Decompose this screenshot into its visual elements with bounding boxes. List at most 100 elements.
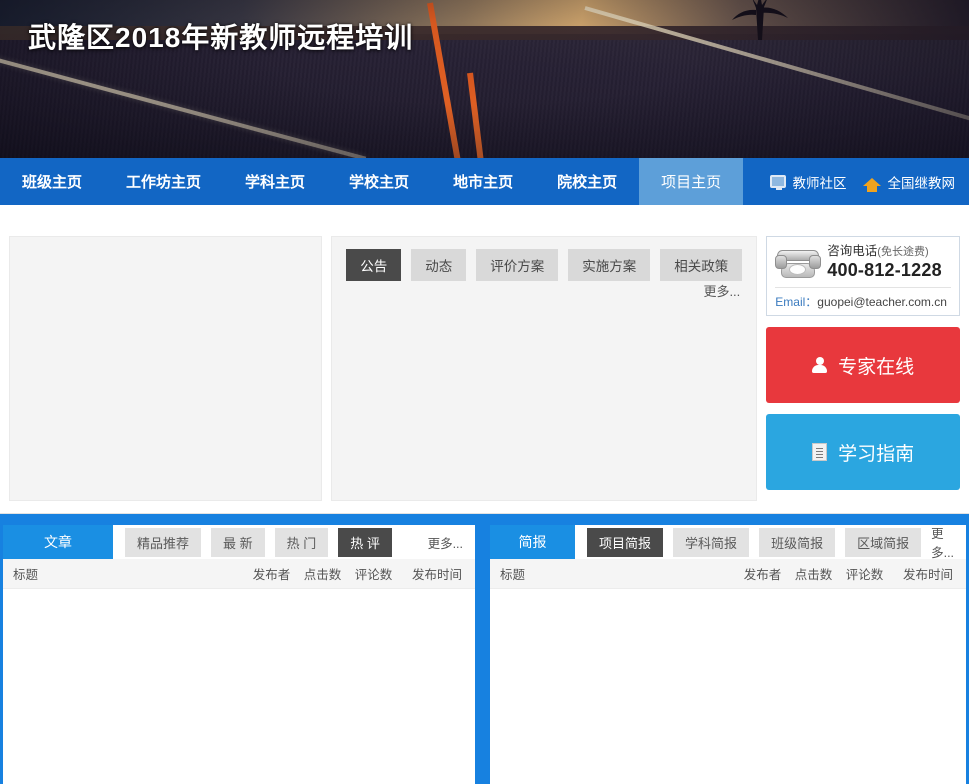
home-icon [862, 177, 881, 192]
contact-phone-row: 咨询电话(免长途费) 400-812-1228 [775, 244, 951, 281]
contact-title-row: 咨询电话(免长途费) [827, 244, 942, 260]
nav-items: 班级主页 工作坊主页 学科主页 学校主页 地市主页 院校主页 项目主页 [0, 158, 744, 205]
page-root: 武隆区2018年新教师远程培训 班级主页 工作坊主页 学科主页 学校主页 地市主… [0, 0, 969, 784]
article-panel-tab[interactable]: 文章 [3, 525, 113, 559]
tab-label: 学科简报 [685, 535, 738, 551]
article-column-header: 标题 发布者 点击数 评论数 发布时间 [3, 559, 475, 589]
main-navbar: 班级主页 工作坊主页 学科主页 学校主页 地市主页 院校主页 项目主页 教师社区… [0, 158, 969, 205]
bulletin-tab-project[interactable]: 项目简报 [587, 527, 664, 557]
person-icon [812, 356, 828, 374]
column-views: 点击数 [794, 568, 833, 582]
article-more-link[interactable]: 更多... [428, 533, 475, 552]
column-title: 标题 [13, 568, 39, 582]
contact-phone-number: 400-812-1228 [827, 259, 942, 280]
nav-item-city-home[interactable]: 地市主页 [431, 158, 535, 205]
column-author: 发布者 [743, 568, 782, 582]
bulletin-tab-subject[interactable]: 学科简报 [673, 527, 750, 557]
bulletin-more-link[interactable]: 更多... [931, 523, 966, 561]
bulletin-tab-class[interactable]: 班级简报 [759, 527, 836, 557]
article-filter-tabs: 精品推荐 最 新 热 门 热 评 更多... [113, 525, 475, 559]
nav-utility-links: 教师社区 全国继教网 [769, 158, 969, 205]
bulletin-filter-tabs: 项目简报 学科简报 班级简报 区域简报 更多... [575, 523, 966, 561]
featured-media-placeholder [9, 236, 323, 501]
tab-label: 精品推荐 [137, 535, 190, 551]
column-publish-time: 发布时间 [902, 568, 953, 582]
expert-online-label: 专家在线 [838, 356, 915, 378]
nav-item-workshop-home[interactable]: 工作坊主页 [104, 158, 223, 205]
bulletin-column-header: 标题 发布者 点击数 评论数 发布时间 [490, 559, 966, 589]
nav-item-subject-home[interactable]: 学科主页 [223, 158, 327, 205]
tab-label: 最 新 [223, 535, 253, 551]
contact-title: 咨询电话 [827, 244, 878, 258]
nav-label: 学科主页 [245, 174, 306, 191]
article-tab-recommended[interactable]: 精品推荐 [125, 527, 202, 557]
site-banner: 武隆区2018年新教师远程培训 [0, 0, 969, 158]
column-author: 发布者 [252, 568, 291, 582]
nav-label: 地市主页 [453, 174, 514, 191]
tab-label: 动态 [425, 259, 453, 274]
tab-label: 热 门 [286, 535, 317, 551]
telephone-icon [775, 246, 822, 280]
nav-label: 工作坊主页 [126, 174, 202, 191]
bulletin-panel-tab[interactable]: 简报 [490, 525, 576, 559]
nav-link-national-site[interactable]: 全国继教网 [862, 172, 955, 192]
main-content-row: 公告 动态 评价方案 实施方案 相关政策 更多... 咨询电话(免长途费) 40… [9, 236, 960, 501]
tab-related-policy[interactable]: 相关政策 [660, 249, 743, 281]
tab-label: 公告 [360, 259, 388, 274]
nav-link-teacher-community[interactable]: 教师社区 [769, 172, 847, 192]
nav-label: 项目主页 [661, 174, 722, 191]
notice-tabs: 公告 动态 评价方案 实施方案 相关政策 [346, 249, 743, 281]
study-guide-button[interactable]: 学习指南 [766, 414, 960, 491]
tab-label: 实施方案 [582, 259, 637, 274]
page-title: 武隆区2018年新教师远程培训 [28, 22, 414, 53]
tab-label: 区域简报 [857, 535, 910, 551]
nav-label: 班级主页 [22, 174, 83, 191]
column-views: 点击数 [303, 568, 342, 582]
tab-label: 相关政策 [674, 259, 729, 274]
nav-label: 学校主页 [349, 174, 410, 191]
column-title: 标题 [500, 568, 526, 582]
expert-online-button[interactable]: 专家在线 [766, 327, 960, 404]
article-tab-most-commented[interactable]: 热 评 [338, 527, 392, 557]
bulletin-list-body [490, 589, 966, 784]
nav-label: 院校主页 [557, 174, 618, 191]
article-panel-header: 文章 精品推荐 最 新 热 门 热 评 更多... [3, 525, 475, 559]
monitor-icon [769, 175, 786, 190]
study-guide-label: 学习指南 [838, 443, 915, 465]
column-publish-time: 发布时间 [411, 568, 462, 582]
article-panel: 文章 精品推荐 最 新 热 门 热 评 更多... 标题 发布者 点击数 评论数… [0, 522, 478, 784]
bottom-section: 文章 精品推荐 最 新 热 门 热 评 更多... 标题 发布者 点击数 评论数… [0, 514, 969, 784]
article-tab-hot[interactable]: 热 门 [274, 527, 329, 557]
contact-email-label: Email： [775, 295, 818, 310]
article-list-body [3, 589, 475, 784]
nav-item-school-home[interactable]: 学校主页 [327, 158, 431, 205]
tab-implementation-plan[interactable]: 实施方案 [568, 249, 651, 281]
tab-evaluation-plan[interactable]: 评价方案 [476, 249, 559, 281]
tab-label: 评价方案 [490, 259, 545, 274]
bulletin-panel: 简报 项目简报 学科简报 班级简报 区域简报 更多... 标题 发布者 点击数 … [487, 522, 969, 784]
tab-dynamics[interactable]: 动态 [411, 249, 467, 281]
notice-more-link[interactable]: 更多... [703, 281, 740, 300]
bulletin-tab-region[interactable]: 区域简报 [845, 527, 922, 557]
notice-panel: 公告 动态 评价方案 实施方案 相关政策 更多... [331, 236, 758, 501]
document-icon [812, 443, 828, 462]
column-comments: 评论数 [845, 568, 884, 582]
contact-title-note: (免长途费) [877, 246, 929, 258]
bulletin-panel-header: 简报 项目简报 学科简报 班级简报 区域简报 更多... [490, 523, 966, 561]
contact-email-row: Email：guopei@teacher.com.cn [775, 287, 951, 310]
contact-email-value: guopei@teacher.com.cn [817, 295, 947, 310]
nav-item-class-home[interactable]: 班级主页 [0, 158, 104, 205]
tab-label: 班级简报 [771, 535, 824, 551]
contact-text: 咨询电话(免长途费) 400-812-1228 [827, 244, 942, 281]
contact-box: 咨询电话(免长途费) 400-812-1228 Email：guopei@tea… [766, 236, 960, 317]
nav-item-project-home[interactable]: 项目主页 [639, 158, 744, 205]
nav-item-college-home[interactable]: 院校主页 [535, 158, 639, 205]
article-tab-newest[interactable]: 最 新 [211, 527, 265, 557]
main-content-card: 公告 动态 评价方案 实施方案 相关政策 更多... 咨询电话(免长途费) 40… [0, 205, 969, 514]
column-comments: 评论数 [354, 568, 393, 582]
tab-label: 热 评 [350, 535, 380, 551]
tab-notice[interactable]: 公告 [346, 249, 402, 281]
sidebar-widgets: 咨询电话(免长途费) 400-812-1228 Email：guopei@tea… [766, 236, 960, 501]
tab-label: 项目简报 [599, 535, 652, 551]
nav-link-label: 教师社区 [792, 175, 847, 191]
